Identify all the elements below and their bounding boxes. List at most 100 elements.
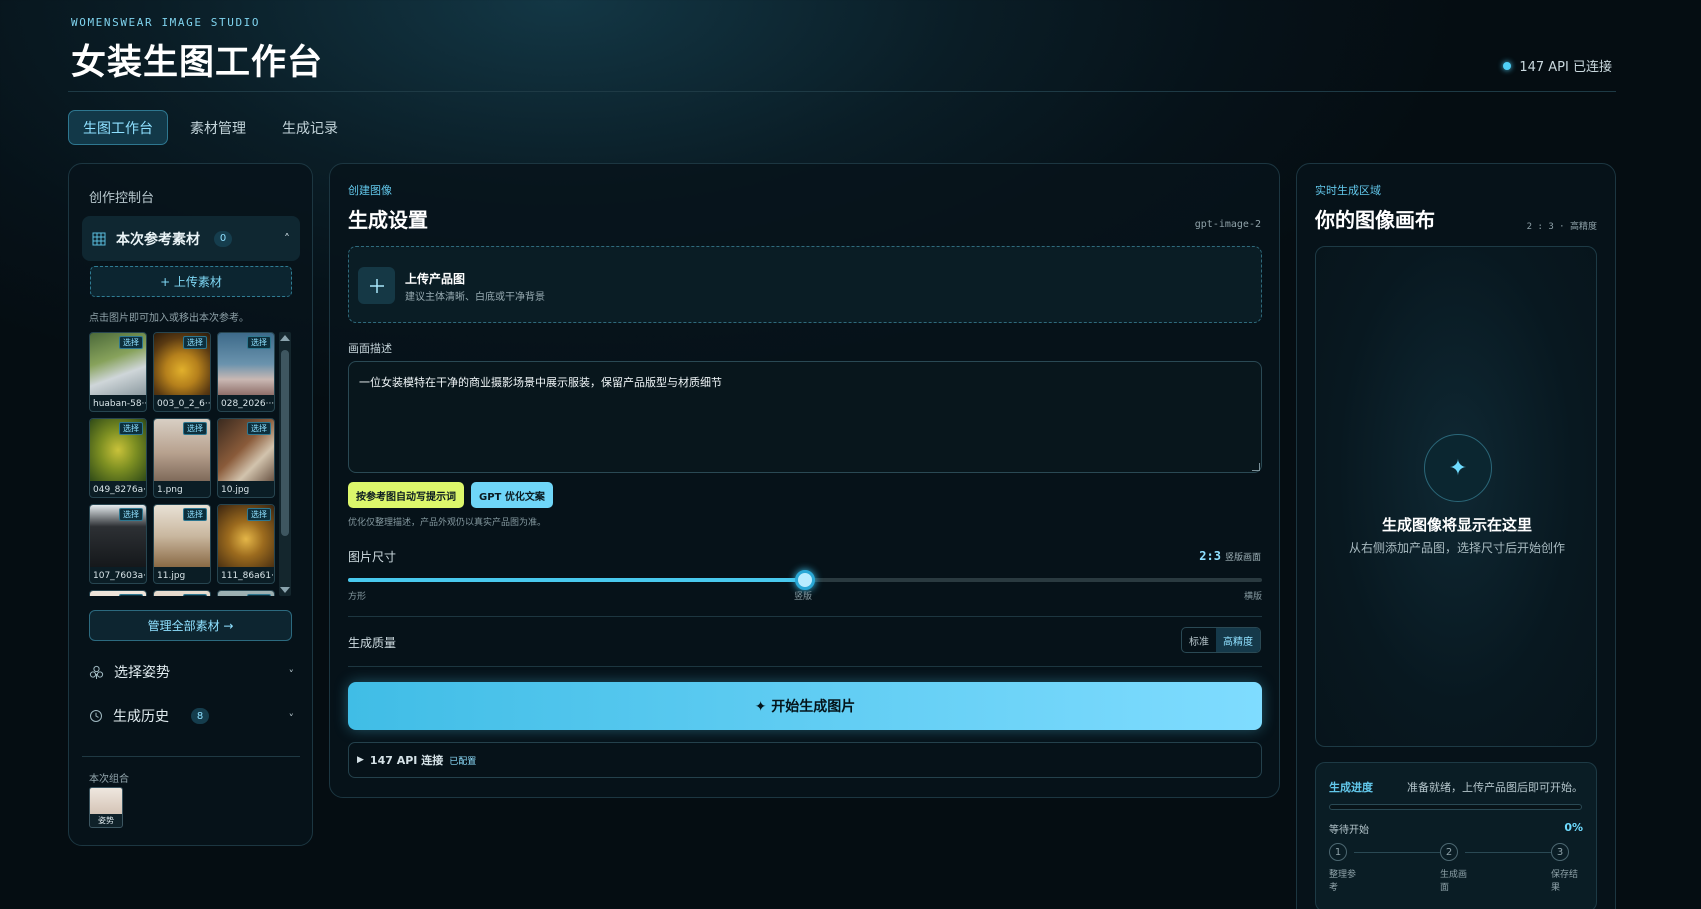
- select-tag: 选择: [247, 508, 271, 521]
- page-title: 女装生图工作台: [71, 43, 324, 83]
- quality-toggle: 标准 高精度: [1181, 627, 1261, 653]
- size-ratio: 2:3: [1199, 549, 1221, 563]
- scroll-down-icon[interactable]: [280, 587, 290, 593]
- material-thumbnail[interactable]: 选择 11.jpg: [153, 504, 211, 584]
- size-slider-handle[interactable]: [795, 570, 815, 590]
- settings-title: 生成设置: [348, 208, 428, 232]
- combo-item-name: 姿势: [98, 816, 114, 825]
- grid-icon: [92, 232, 106, 245]
- select-tag: 选择: [183, 422, 207, 435]
- gpt-optimize-button[interactable]: GPT 优化文案: [471, 482, 553, 508]
- thumbnail-name: 028_2026···: [221, 399, 275, 409]
- resize-handle-icon[interactable]: [1252, 463, 1260, 471]
- material-grid: 选择 huaban-58··· 选择 003_0_2_6··· 选择 028_2…: [89, 332, 282, 596]
- manage-materials-button[interactable]: 管理全部素材 →: [89, 610, 292, 641]
- select-tag: 选择: [183, 336, 207, 349]
- start-generate-button[interactable]: ✦ 开始生成图片: [348, 682, 1262, 730]
- history-section-label: 生成历史: [113, 709, 169, 725]
- material-thumbnail[interactable]: 选择 107_7603a···: [89, 504, 147, 584]
- product-upload-dropzone[interactable]: 上传产品图 建议主体清晰、白底或干净背景: [348, 246, 1262, 323]
- model-name: gpt-image-2: [1194, 219, 1261, 230]
- reference-count-badge: 0: [214, 230, 232, 247]
- select-tag: 选择: [119, 422, 143, 435]
- material-thumbnail[interactable]: 选择 028_2026···: [217, 332, 275, 412]
- control-panel-title: 创作控制台: [89, 191, 155, 206]
- progress-bar: [1329, 804, 1582, 810]
- material-thumbnail[interactable]: 选择 111_86a61···: [217, 504, 275, 584]
- settings-eyebrow: 创建图像: [348, 184, 392, 197]
- material-thumbnail[interactable]: 选择: [89, 590, 147, 596]
- material-thumbnail[interactable]: 选择: [217, 590, 275, 596]
- tab-materials[interactable]: 素材管理: [176, 110, 260, 145]
- tick-landscape: 横版: [1243, 592, 1262, 602]
- upload-subtitle: 建议主体清晰、白底或干净背景: [405, 292, 545, 303]
- material-thumbnail[interactable]: 选择 1.png: [153, 418, 211, 498]
- quality-high-option[interactable]: 高精度: [1216, 628, 1260, 652]
- scroll-up-icon[interactable]: [280, 335, 290, 341]
- thumbnail-name: 10.jpg: [221, 485, 250, 495]
- generation-settings-panel: 创建图像 生成设置 gpt-image-2 上传产品图 建议主体清晰、白底或干净…: [329, 163, 1280, 798]
- history-count-badge: 8: [191, 708, 209, 724]
- tab-workbench[interactable]: 生图工作台: [68, 110, 168, 145]
- progress-card: 生成进度 准备就绪，上传产品图后即可开始。 等待开始 0% 1 2 3 整理参考…: [1315, 762, 1597, 909]
- plus-icon[interactable]: [358, 267, 395, 304]
- reference-section-label: 本次参考素材: [116, 231, 200, 248]
- canvas-placeholder-title: 生成图像将显示在这里: [1381, 516, 1532, 534]
- size-slider-fill: [348, 578, 805, 582]
- control-panel: 创作控制台 本次参考素材 0 ˄ + 上传素材 点击图片即可加入或移出本次参考。…: [68, 163, 313, 846]
- material-thumbnail[interactable]: 选择 10.jpg: [217, 418, 275, 498]
- pose-section-header[interactable]: 选择姿势 ˅: [89, 658, 294, 686]
- settings-divider: [348, 666, 1262, 667]
- thumbnail-name: 1.png: [157, 485, 183, 495]
- canvas-meta: 2 : 3 · 高精度: [1526, 222, 1597, 232]
- select-tag: 选择: [183, 594, 207, 596]
- pose-section-label: 选择姿势: [114, 665, 170, 681]
- quality-label: 生成质量: [348, 636, 397, 650]
- material-scrollbar[interactable]: [279, 332, 291, 596]
- chevron-down-icon: ˅: [288, 668, 295, 681]
- left-divider: [82, 756, 300, 757]
- api-connection-toggle[interactable]: ▶ 147 API 连接 已配置: [348, 742, 1262, 778]
- select-tag: 选择: [119, 336, 143, 349]
- quality-standard-option[interactable]: 标准: [1182, 628, 1216, 652]
- thumbnail-name: 11.jpg: [157, 571, 186, 581]
- upload-material-button[interactable]: + 上传素材: [90, 266, 292, 297]
- api-status-text: 147 API 已连接: [1519, 60, 1612, 75]
- step-indicator: 3: [1551, 843, 1569, 861]
- select-tag: 选择: [247, 594, 271, 596]
- auto-prompt-button[interactable]: 按参考图自动写提示词: [348, 482, 464, 508]
- canvas-title: 你的图像画布: [1315, 208, 1435, 232]
- clock-icon: [90, 710, 102, 722]
- material-thumbnail[interactable]: 选择 huaban-58···: [89, 332, 147, 412]
- thumbnail-name: huaban-58···: [93, 399, 147, 409]
- combo-item-image: [90, 788, 122, 814]
- scroll-thumb[interactable]: [281, 350, 289, 536]
- triangle-right-icon: ▶: [357, 755, 364, 765]
- step-label: 生成画面: [1440, 870, 1468, 893]
- select-tag: 选择: [247, 336, 271, 349]
- thumbnail-name: 049_8276a···: [93, 485, 147, 495]
- canvas-placeholder-subtitle: 从右侧添加产品图，选择尺寸后开始创作: [1348, 541, 1565, 555]
- size-slider[interactable]: [348, 570, 1262, 590]
- reference-section-header[interactable]: 本次参考素材 0 ˄: [82, 216, 300, 261]
- select-tag: 选择: [247, 422, 271, 435]
- prompt-textarea[interactable]: 一位女装模特在干净的商业摄影场景中展示服装，保留产品版型与材质细节: [348, 361, 1262, 473]
- reference-hint: 点击图片即可加入或移出本次参考。: [89, 313, 249, 324]
- history-section-header[interactable]: 生成历史 8 ˅: [89, 702, 294, 730]
- material-thumbnail[interactable]: 选择 049_8276a···: [89, 418, 147, 498]
- material-thumbnail[interactable]: 选择 003_0_2_6···: [153, 332, 211, 412]
- select-tag: 选择: [183, 508, 207, 521]
- step-indicator: 2: [1440, 843, 1458, 861]
- size-label: 图片尺寸: [348, 550, 397, 564]
- select-tag: 选择: [119, 508, 143, 521]
- canvas-panel: 实时生成区域 你的图像画布 2 : 3 · 高精度 ✦ 生成图像将显示在这里 从…: [1296, 163, 1616, 909]
- material-thumbnail[interactable]: 选择: [153, 590, 211, 596]
- thumbnail-name: 107_7603a···: [93, 571, 147, 581]
- tab-records[interactable]: 生成记录: [268, 110, 352, 145]
- step-connector: [1465, 852, 1551, 853]
- size-kind: 竖版画面: [1224, 553, 1261, 563]
- combo-item-pose[interactable]: 姿势: [89, 787, 123, 828]
- status-dot-icon: [1503, 61, 1512, 70]
- progress-waiting: 等待开始: [1329, 825, 1369, 836]
- thumbnail-name: 111_86a61···: [221, 571, 275, 581]
